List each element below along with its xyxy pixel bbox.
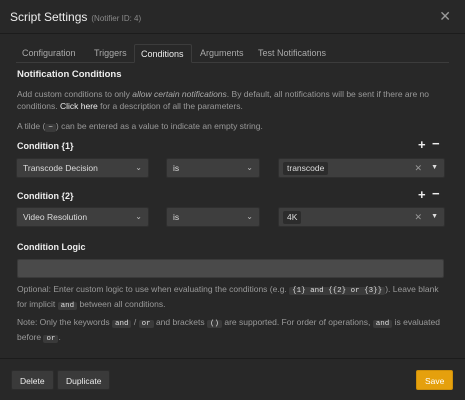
operator-value: is [173,212,180,222]
note-text: Note: Only the keywords [17,317,112,327]
desc-emphasis: allow certain notifications [132,89,227,99]
desc-text: for a description of all the parameters. [97,101,243,111]
tilde-text: ) can be entered as a value to indicate … [55,121,263,131]
section-title: Notification Conditions [17,69,122,80]
note-text: and brackets [153,317,207,327]
tilde-hint: A tilde (~) can be entered as a value to… [17,121,263,132]
tilde-text: A tilde ( [17,121,46,131]
chevron-down-icon: ⌄ [246,212,253,221]
condition-parameter-select[interactable]: Transcode Decision ⌄ [16,158,149,178]
value-tag: 4K [283,211,302,224]
save-button[interactable]: Save [416,370,454,390]
note-text: . [58,331,61,342]
condition-label: Condition {2} [17,191,74,201]
note-code: () [206,320,222,328]
condition-parameter-select[interactable]: Video Resolution ⌄ [16,207,149,227]
notifier-id: (Notifier ID: 4) [91,14,142,23]
delete-button[interactable]: Delete [11,370,54,390]
note-text: are supported. For order of operations, [222,317,373,327]
tab-configuration[interactable]: Configuration [16,44,82,62]
help-text: between all conditions. [77,298,166,309]
note-code: or [43,334,59,343]
modal-title: Script Settings (Notifier ID: 4) [10,10,141,24]
tab-arguments[interactable]: Arguments [194,44,250,62]
note-code: and [111,320,132,328]
tilde-code: ~ [45,124,56,132]
logic-help: Optional: Enter custom logic to use when… [17,283,447,312]
help-code: {1} and {{2} or {3}} [289,287,386,295]
section-description: Add custom conditions to only allow cert… [17,88,447,112]
modal-footer: Delete Duplicate Save [0,358,465,400]
minus-icon[interactable]: − [432,186,440,201]
modal-title-text: Script Settings [10,10,88,24]
condition-logic-input[interactable] [17,259,444,278]
desc-text: Add custom conditions to only [17,89,133,99]
chevron-down-icon[interactable]: ▼ [431,159,438,177]
note-code: and [372,320,393,328]
plus-icon[interactable]: + [418,137,426,152]
help-text: Optional: Enter custom logic to use when… [17,284,290,294]
tab-conditions[interactable]: Conditions [134,44,192,63]
duplicate-button[interactable]: Duplicate [57,370,111,390]
condition-value-select[interactable]: 4K ✕ ▼ [278,207,445,227]
chevron-down-icon: ⌄ [246,163,253,172]
parameter-value: Transcode Decision [23,163,98,173]
chevron-down-icon: ⌄ [135,212,142,221]
parameter-value: Video Resolution [23,212,88,222]
condition-operator-select[interactable]: is ⌄ [166,207,260,227]
logic-note: Note: Only the keywords and / or and bra… [17,316,447,345]
chevron-down-icon[interactable]: ▼ [431,208,438,226]
condition-operator-select[interactable]: is ⌄ [166,158,260,178]
chevron-down-icon: ⌄ [135,163,142,172]
plus-icon[interactable]: + [418,187,426,202]
clear-icon[interactable]: ✕ [414,159,422,177]
script-settings-modal: Script Settings (Notifier ID: 4) ✕ Config… [0,0,465,400]
modal-header: Script Settings (Notifier ID: 4) ✕ [0,0,465,34]
operator-value: is [173,163,180,173]
note-code: or [138,320,154,328]
condition-label: Condition {1} [17,141,74,151]
tab-bar: Configuration Triggers Conditions Argume… [16,44,449,63]
help-code: and [57,301,78,310]
condition-value-select[interactable]: transcode ✕ ▼ [278,158,445,178]
parameters-link[interactable]: Click here [60,101,98,111]
condition-logic-label: Condition Logic [17,242,86,252]
close-icon[interactable]: ✕ [439,8,451,25]
minus-icon[interactable]: − [432,136,440,151]
tab-triggers[interactable]: Triggers [88,44,133,62]
note-text: / [131,317,139,327]
clear-icon[interactable]: ✕ [414,208,422,226]
value-tag: transcode [283,162,329,175]
tab-test-notifications[interactable]: Test Notifications [252,44,332,62]
